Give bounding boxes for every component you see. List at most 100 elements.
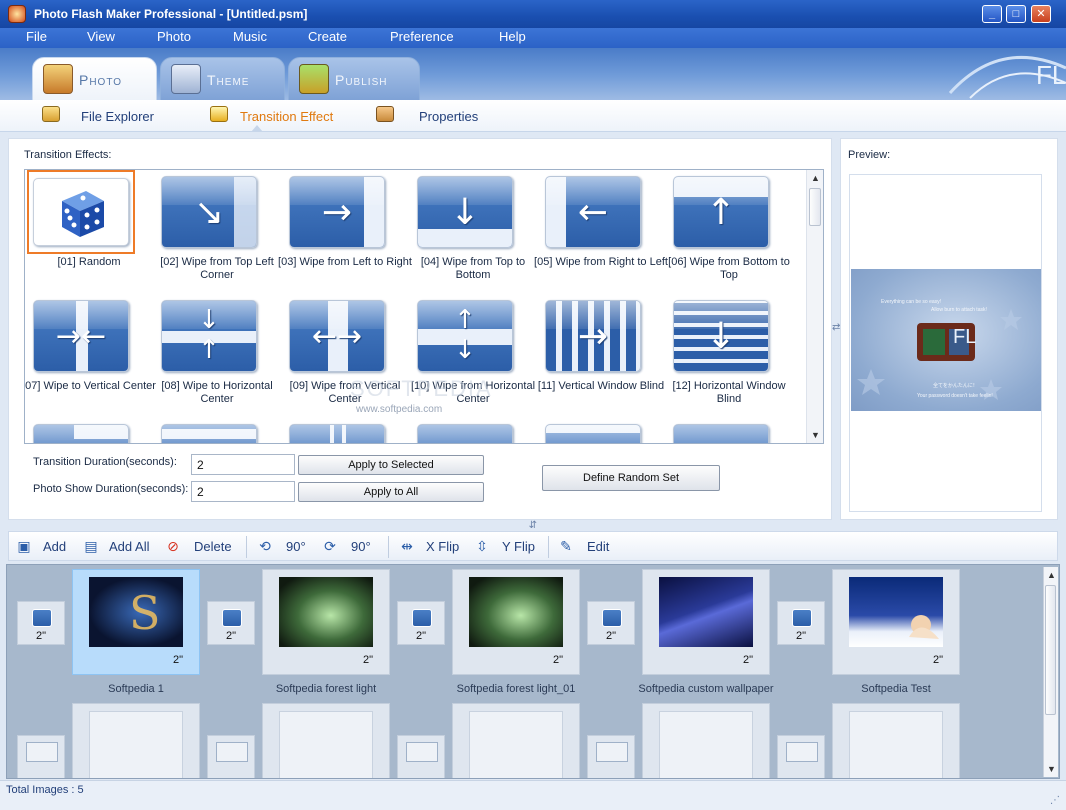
- arrows-out-vertical-icon: ↑ ↓: [417, 300, 513, 372]
- properties-icon: [376, 106, 394, 122]
- vertical-blind-icon: →: [545, 300, 641, 372]
- scroll-down-icon[interactable]: ▼: [807, 427, 824, 443]
- tab-photo[interactable]: Photo: [32, 57, 157, 102]
- scroll-up-icon[interactable]: ▲: [807, 170, 824, 186]
- effect-partial[interactable]: [409, 418, 537, 443]
- close-button[interactable]: ✕: [1031, 5, 1051, 23]
- menu-create[interactable]: Create: [308, 29, 347, 44]
- effect-wipe-bottom-top[interactable]: ↑ [06] Wipe from Bottom to Top: [665, 170, 793, 290]
- photo-thumbnail: S: [89, 577, 183, 647]
- svg-text:S: S: [129, 586, 161, 640]
- horizontal-splitter[interactable]: ⇵: [8, 520, 1058, 531]
- transition-effects-grid: [01] Random ↘ [02] Wipe from Top Left Co…: [24, 169, 824, 444]
- effect-wipe-right-left[interactable]: ← [05] Wipe from Right to Left: [534, 170, 668, 290]
- add-button[interactable]: Add: [43, 539, 66, 554]
- maximize-button[interactable]: □: [1006, 5, 1026, 23]
- apply-to-all-button[interactable]: Apply to All: [298, 482, 484, 502]
- effect-label: [08] Wipe to Horizontal Center: [161, 380, 273, 405]
- effect-vertical-window-blind[interactable]: → [11] Vertical Window Blind: [537, 294, 665, 414]
- add-all-button[interactable]: Add All: [109, 539, 149, 554]
- photo-card[interactable]: 2": [452, 569, 580, 675]
- scroll-down-icon[interactable]: ▼: [1044, 761, 1059, 777]
- effect-random[interactable]: [01] Random: [25, 170, 153, 290]
- x-flip-button[interactable]: X Flip: [426, 539, 459, 554]
- transition-duration: 2": [605, 630, 617, 642]
- effect-wipe-left-right[interactable]: → [03] Wipe from Left to Right: [278, 170, 412, 290]
- subtab-properties[interactable]: Properties: [419, 109, 478, 124]
- menu-help[interactable]: Help: [499, 29, 526, 44]
- menu-view[interactable]: View: [87, 29, 115, 44]
- effect-partial[interactable]: [153, 418, 281, 443]
- photo-thumbnail: [469, 577, 563, 647]
- tab-theme[interactable]: Theme: [160, 57, 285, 101]
- effect-wipe-top-left[interactable]: ↘ [02] Wipe from Top Left Corner: [153, 170, 281, 290]
- scroll-up-icon[interactable]: ▲: [1044, 567, 1059, 583]
- effect-wipe-top-bottom[interactable]: ↓ [04] Wipe from Top to Bottom: [409, 170, 537, 290]
- scroll-thumb[interactable]: [809, 188, 821, 226]
- menu-music[interactable]: Music: [233, 29, 267, 44]
- effect-partial[interactable]: [665, 418, 793, 443]
- subtab-transition-effect[interactable]: Transition Effect: [240, 109, 333, 124]
- effect-label: [11] Vertical Window Blind: [537, 380, 665, 392]
- y-flip-icon: ⇳: [476, 538, 488, 554]
- menu-photo[interactable]: Photo: [157, 29, 191, 44]
- show-duration-input[interactable]: [191, 481, 295, 502]
- photo-thumbnail: [849, 577, 943, 647]
- transition-duration: 2": [415, 630, 427, 642]
- menu-file[interactable]: File: [26, 29, 47, 44]
- photo-card[interactable]: S 2": [72, 569, 200, 675]
- rotate-right-button[interactable]: 90°: [351, 539, 371, 554]
- photo-duration: 2": [172, 654, 183, 666]
- menu-bar: File View Photo Music Create Preference …: [0, 28, 1066, 48]
- storyboard-scrollbar[interactable]: ▲ ▼: [1043, 567, 1058, 777]
- tab-publish[interactable]: Publish: [288, 57, 420, 101]
- effect-partial[interactable]: [281, 418, 409, 443]
- effect-label: [02] Wipe from Top Left Corner: [160, 256, 274, 281]
- empty-photo-slot: [832, 703, 960, 778]
- tab-photo-label: Photo: [79, 72, 123, 88]
- effects-scrollbar[interactable]: ▲ ▼: [806, 170, 823, 443]
- photo-name: Softpedia forest light_01: [456, 683, 576, 695]
- delete-button[interactable]: Delete: [194, 539, 232, 554]
- rotate-left-icon: ⟲: [259, 538, 271, 554]
- transition-slot[interactable]: 2": [777, 601, 825, 645]
- toolbar-separator: [548, 536, 549, 558]
- effect-horizontal-window-blind[interactable]: ↓ [12] Horizontal Window Blind: [665, 294, 793, 414]
- apply-to-selected-button[interactable]: Apply to Selected: [298, 455, 484, 475]
- dice-icon: [222, 609, 242, 627]
- minimize-button[interactable]: _: [982, 5, 1002, 23]
- photo-card[interactable]: 2": [262, 569, 390, 675]
- subtab-file-explorer[interactable]: File Explorer: [81, 109, 154, 124]
- preview-heading: Preview:: [848, 149, 891, 161]
- transition-duration-input[interactable]: [191, 454, 295, 475]
- menu-preference[interactable]: Preference: [390, 29, 454, 44]
- edit-icon: ✎: [560, 538, 572, 554]
- empty-transition-slot: [17, 735, 65, 778]
- photo-name: Softpedia Test: [861, 683, 931, 695]
- effect-partial[interactable]: [537, 418, 665, 443]
- resize-grip-icon[interactable]: ⋰: [1050, 795, 1060, 806]
- rotate-left-button[interactable]: 90°: [286, 539, 306, 554]
- preview-image: FL Everything can be so easy! Allow burn…: [851, 269, 1041, 411]
- preview-line-1: Everything can be so easy!: [881, 299, 941, 305]
- effect-label: [06] Wipe from Bottom to Top: [668, 256, 790, 281]
- effect-wipe-vertical-center[interactable]: →← [07] Wipe to Vertical Center: [25, 294, 156, 414]
- delete-icon: ⊘: [167, 538, 179, 554]
- tab-theme-label: Theme: [207, 72, 250, 88]
- photo-card[interactable]: 2": [642, 569, 770, 675]
- y-flip-button[interactable]: Y Flip: [502, 539, 535, 554]
- toolbar-separator: [246, 536, 247, 558]
- photo-duration: 2": [932, 654, 943, 666]
- transition-slot[interactable]: 2": [207, 601, 255, 645]
- photo-card[interactable]: 2": [832, 569, 960, 675]
- transition-slot[interactable]: 2": [587, 601, 635, 645]
- define-random-set-button[interactable]: Define Random Set: [542, 465, 720, 491]
- edit-button[interactable]: Edit: [587, 539, 609, 554]
- panel-splitter-handle[interactable]: ⇄: [832, 322, 840, 333]
- scroll-thumb[interactable]: [1045, 585, 1056, 715]
- transition-slot[interactable]: 2": [17, 601, 65, 645]
- show-duration-label: Photo Show Duration(seconds):: [33, 483, 189, 495]
- transition-slot[interactable]: 2": [397, 601, 445, 645]
- effect-partial[interactable]: [25, 418, 153, 443]
- effect-wipe-horizontal-center[interactable]: ↓ ↑ [08] Wipe to Horizontal Center: [153, 294, 281, 414]
